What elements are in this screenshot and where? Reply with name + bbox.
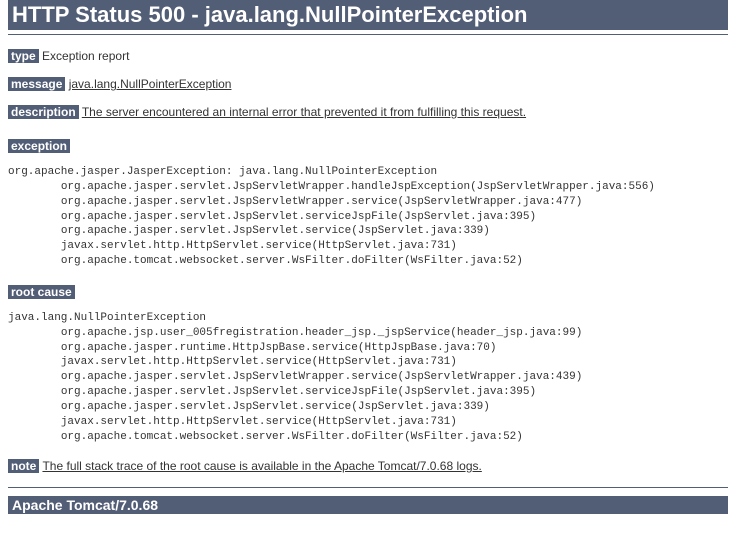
note-row: note The full stack trace of the root ca…	[8, 459, 728, 473]
description-value: The server encountered an internal error…	[82, 105, 526, 119]
description-label: description	[8, 105, 79, 119]
server-signature: Apache Tomcat/7.0.68	[8, 496, 728, 514]
message-row: message java.lang.NullPointerException	[8, 77, 728, 91]
divider	[8, 34, 728, 35]
description-row: description The server encountered an in…	[8, 105, 728, 119]
exception-stacktrace: org.apache.jasper.JasperException: java.…	[8, 165, 728, 269]
root-cause-label: root cause	[8, 285, 75, 299]
type-value: Exception report	[42, 49, 129, 63]
message-value: java.lang.NullPointerException	[69, 77, 232, 91]
exception-label: exception	[8, 139, 70, 153]
message-label: message	[8, 77, 65, 91]
page-title: HTTP Status 500 - java.lang.NullPointerE…	[8, 0, 728, 30]
type-label: type	[8, 49, 39, 63]
root-cause-stacktrace: java.lang.NullPointerException org.apach…	[8, 311, 728, 445]
type-row: type Exception report	[8, 49, 728, 63]
error-page: HTTP Status 500 - java.lang.NullPointerE…	[0, 0, 736, 522]
divider	[8, 487, 728, 488]
note-value: The full stack trace of the root cause i…	[42, 459, 481, 473]
note-label: note	[8, 459, 39, 473]
